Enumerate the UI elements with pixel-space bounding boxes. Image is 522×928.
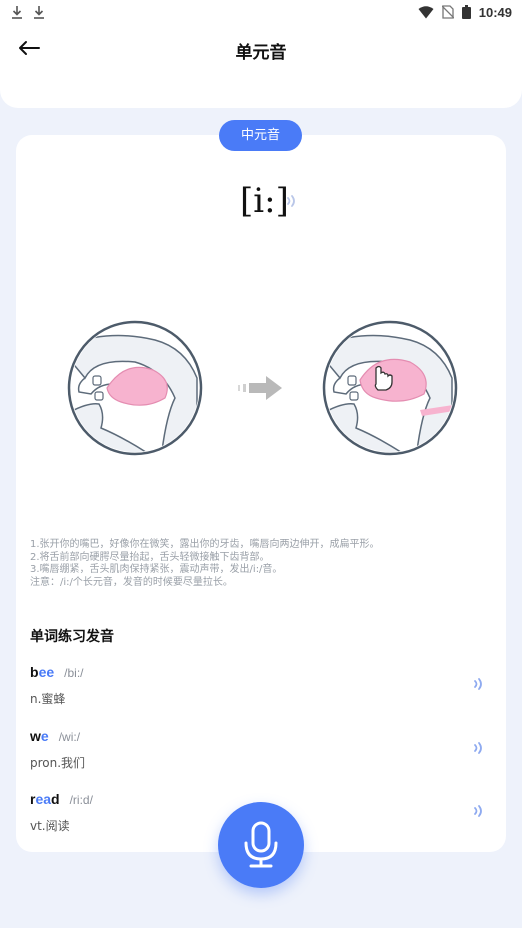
mouth-before-icon [67,320,203,456]
sound-icon[interactable] [285,194,299,208]
word-item-bee[interactable]: bee /bi:/ n.蜜蜂 [30,664,490,714]
instruction-line: 2.将舌前部向硬腭尽量抬起，舌头轻微接触下齿背部。 [30,551,270,563]
word-item-we[interactable]: we /wi:/ pron.我们 [30,728,490,778]
phonetic-symbol: [i:] [240,181,289,221]
wifi-icon [418,5,434,18]
download-icon [12,6,22,19]
section-title: 单词练习发音 [30,629,114,645]
category-badge: 中元音 [219,120,302,151]
status-bar: 10:49 [0,0,522,26]
battery-icon [461,5,471,19]
word-phonetic: /bi:/ [64,666,84,680]
mouth-after-icon [322,320,458,456]
word-phonetic: /wi:/ [58,730,81,744]
instruction-line: 3.嘴唇绷紧，舌头肌肉保持紧张，震动声带，发出/i:/音。 [30,564,283,575]
word-meaning: vt.阅读 [30,819,70,833]
word-meaning: n.蜜蜂 [30,692,66,706]
sound-icon[interactable] [472,804,486,818]
instructions: 1.张开你的嘴巴，好像你在微笑，露出你的牙齿，嘴唇向两边伸开，成扁平形。 2.将… [30,539,500,589]
record-button[interactable] [218,802,304,888]
no-sim-icon [441,5,454,19]
word-meaning: pron.我们 [30,756,86,770]
status-time: 10:49 [478,4,512,20]
page-title: 单元音 [235,43,287,63]
sound-icon[interactable] [472,741,486,755]
microphone-icon [244,821,278,868]
word-text: bee [30,664,55,680]
sound-icon[interactable] [472,677,486,691]
word-text: read [30,791,60,807]
arrow-right-icon [238,376,282,400]
download-icon [34,6,44,19]
instruction-line: 1.张开你的嘴巴，好像你在微笑，露出你的牙齿，嘴唇向两边伸开，成扁平形。 [30,539,380,550]
instruction-note: 注意：/i:/个长元音，发音的时候要尽量拉长。 [30,576,233,588]
header-card: 10:49 单元音 [0,0,522,108]
word-text: we [30,728,49,744]
word-phonetic: /ri:d/ [69,793,93,807]
